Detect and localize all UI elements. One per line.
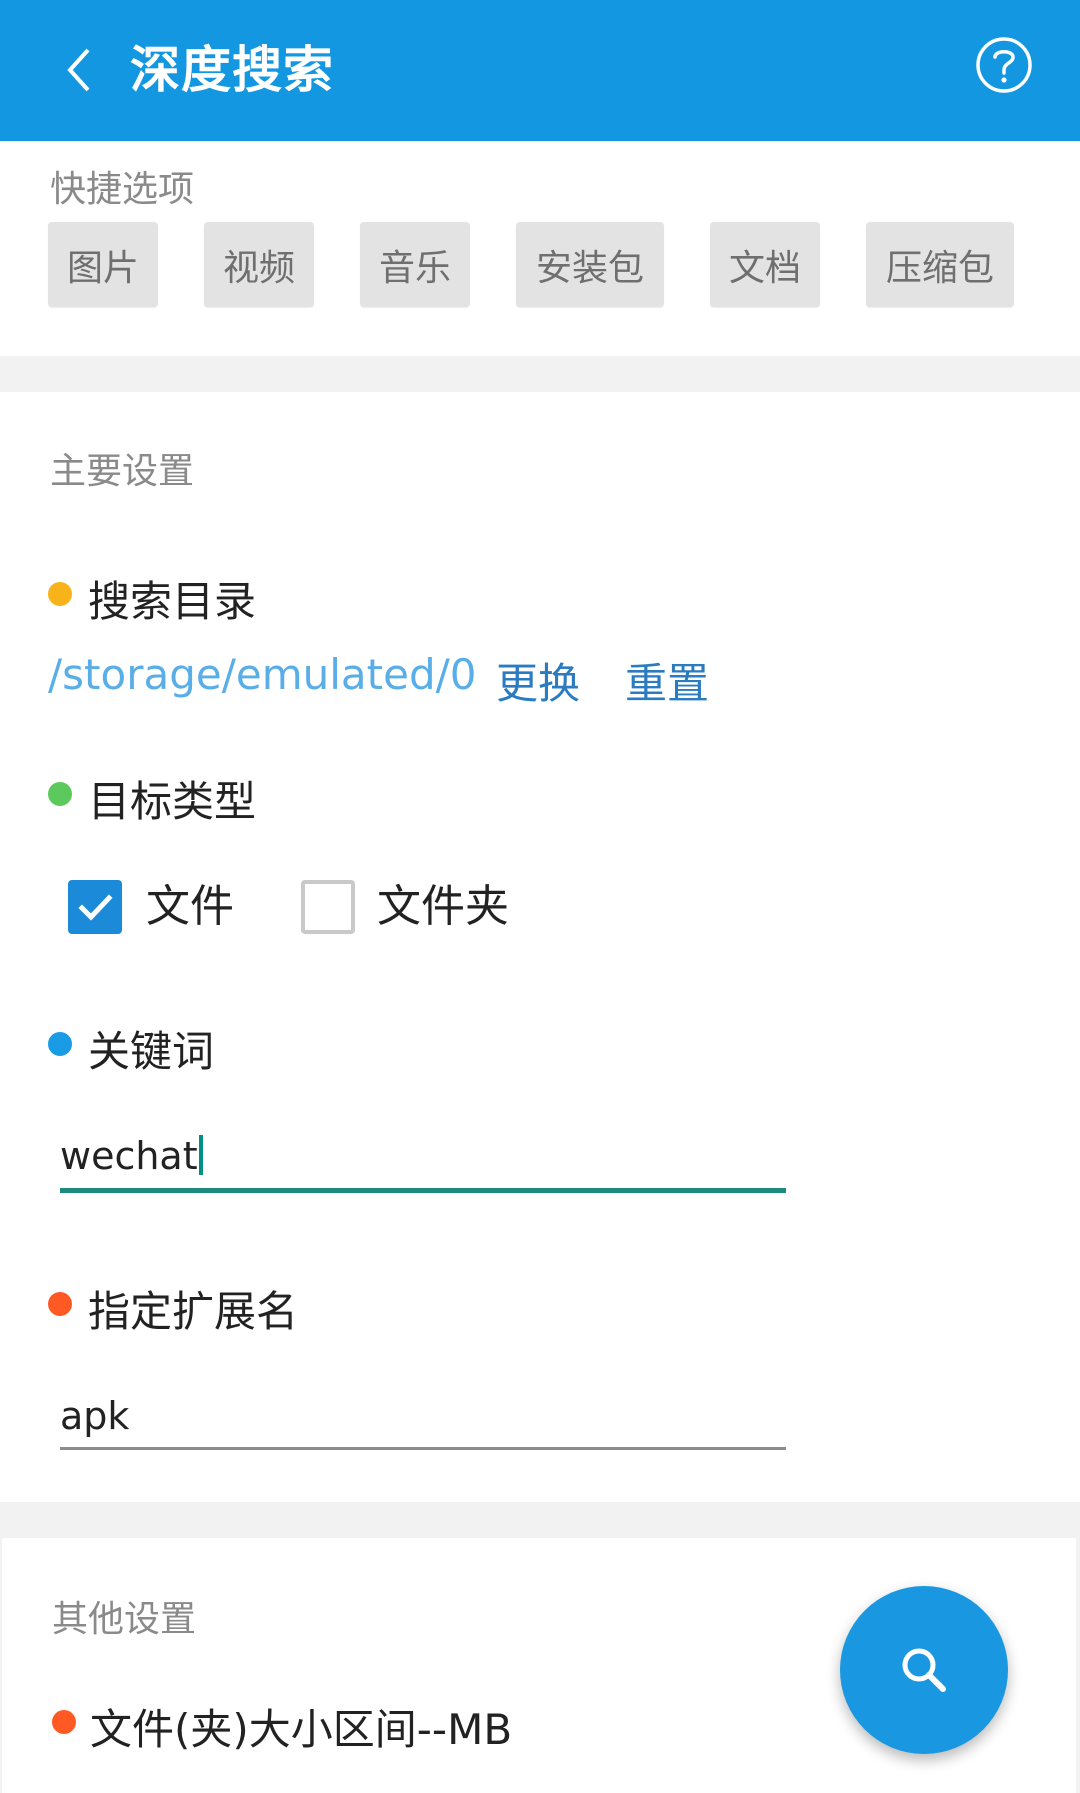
checkmark-icon [78,894,113,921]
extension-input-value: apk [60,1394,130,1438]
keyword-dot [48,1032,72,1056]
chip-videos[interactable]: 视频 [204,222,314,307]
keyword-input-underline [60,1188,786,1193]
size-range-label: 文件(夹)大小区间--MB [90,1705,513,1754]
keyword-input[interactable]: wechat [60,1130,786,1194]
help-button[interactable] [972,33,1036,97]
question-circle-icon [976,37,1032,93]
text-caret [198,1135,203,1175]
chip-apk[interactable]: 安装包 [516,222,664,307]
chip-documents[interactable]: 文档 [710,222,820,307]
chip-music[interactable]: 音乐 [360,222,470,307]
keyword-input-value: wechat [60,1134,198,1178]
extension-label: 指定扩展名 [88,1287,299,1336]
main-settings-label: 主要设置 [50,451,195,492]
extension-dot [48,1292,72,1316]
other-settings-label: 其他设置 [52,1599,197,1640]
search-dir-label: 搜索目录 [88,577,257,626]
search-fab[interactable] [840,1586,1008,1754]
extension-input[interactable]: apk [60,1394,786,1450]
reset-dir-button[interactable]: 重置 [625,650,709,711]
extension-input-underline [60,1447,786,1450]
folder-checkbox-label[interactable]: 文件夹 [377,880,509,934]
quick-options-label: 快捷选项 [50,169,195,210]
size-range-dot [52,1710,76,1734]
keyword-label: 关键词 [88,1027,215,1076]
search-dir-dot [48,582,72,606]
target-type-label: 目标类型 [88,777,257,826]
page-title: 深度搜索 [130,41,334,99]
search-icon [902,1648,946,1692]
change-dir-button[interactable]: 更换 [496,650,580,711]
chevron-left-icon [67,48,90,92]
chip-archives[interactable]: 压缩包 [866,222,1014,307]
file-checkbox[interactable] [68,880,122,934]
folder-checkbox[interactable] [301,880,355,934]
file-checkbox-label[interactable]: 文件 [146,880,234,934]
target-type-dot [48,782,72,806]
search-dir-path: /storage/emulated/0 [48,650,477,699]
back-button[interactable] [40,30,120,110]
app-bar: 深度搜索 [0,0,1080,141]
chip-images[interactable]: 图片 [48,222,158,307]
